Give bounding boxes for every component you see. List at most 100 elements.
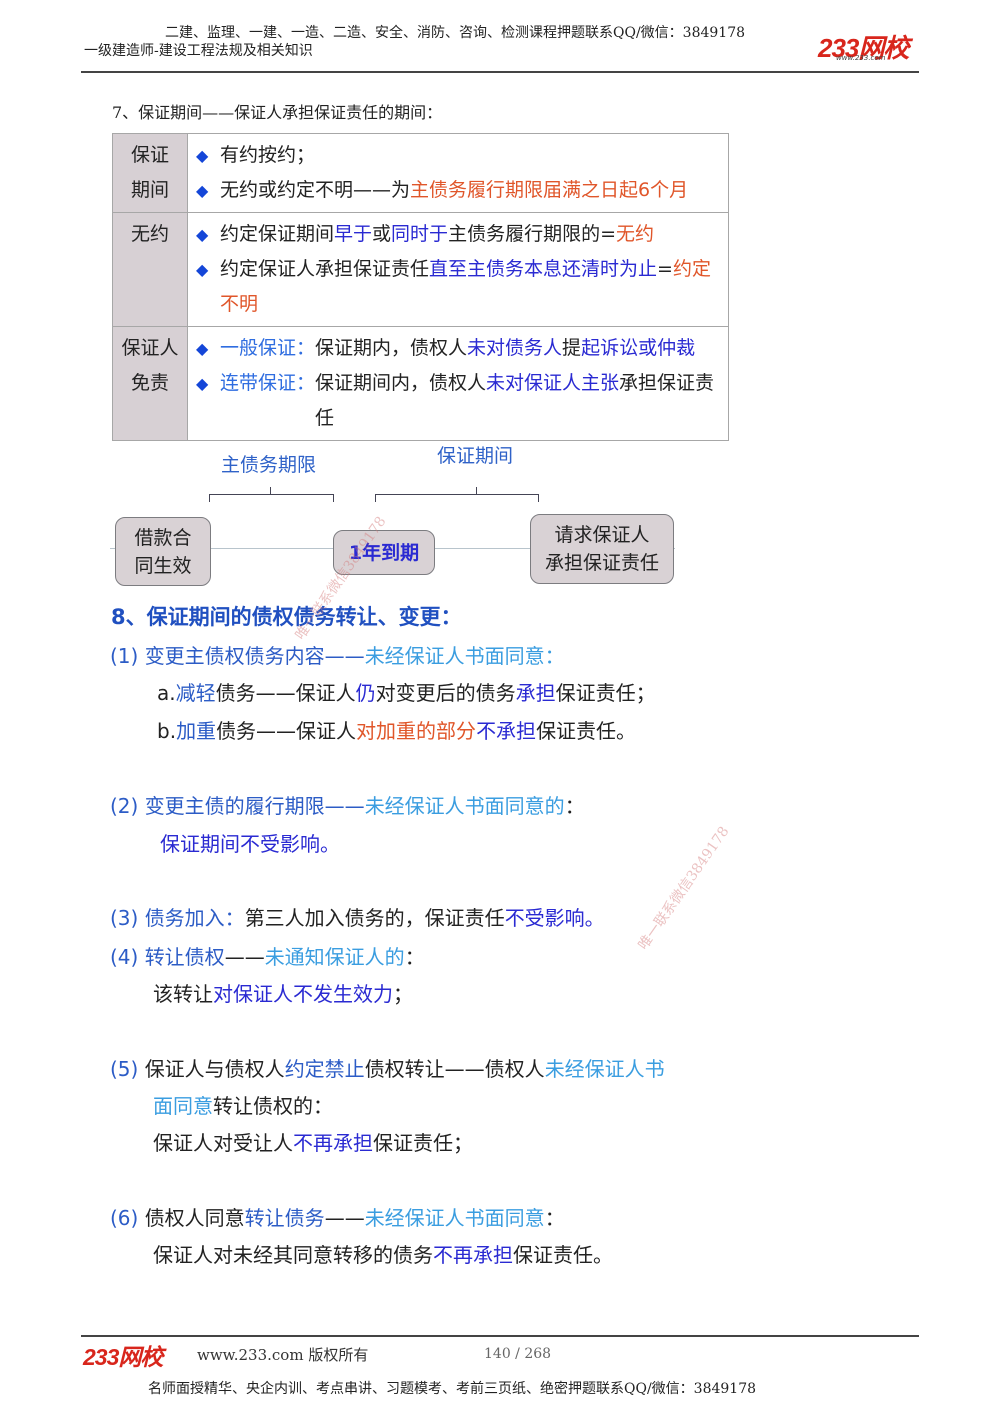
section-8-line: 保证期间不受影响。 [160,831,340,857]
bullet-item: ◆无约或约定不明——为主债务履行期限届满之日起6个月 [196,173,722,208]
text-segment: 承担 [516,681,556,705]
text-segment: 无约 [616,223,654,245]
page-number: 140 / 268 [484,1346,551,1362]
box-text: 借款合 [134,524,191,552]
row-content: ◆约定保证期间早于或同时于主债务履行期限的=无约◆约定保证人承担保证责任直至主债… [188,213,729,327]
text-segment: 保证期间不受影响。 [160,832,340,856]
text-segment: 有约按约； [220,144,315,166]
text-segment: 对加重的部分 [356,719,476,743]
text-segment: b. [157,719,176,743]
section-8-line: b.加重债务——保证人对加重的部分不承担保证责任。 [157,718,636,744]
text-segment: 约定禁止 [285,1057,365,1081]
text-segment: (4) 转让债权 [110,945,225,969]
text-segment: 未对债务人 [467,337,562,359]
diamond-bullet-icon: ◆ [196,252,220,322]
text-segment: 未经保证人书面同意 [365,1206,545,1230]
row-label-line: 期间 [113,173,187,208]
text-segment: ： [405,945,425,969]
text-segment: 直至主债务本息还清时为止 [429,258,657,280]
item-label: 连带保证： [220,366,315,436]
item-text: 无约或约定不明——为主债务履行期限届满之日起6个月 [220,173,722,208]
text-segment: 约定保证人承担保证责任 [220,258,429,280]
text-segment: 转让债务 [245,1206,325,1230]
guarantee-period-table: 保证期间◆有约按约；◆无约或约定不明——为主债务履行期限届满之日起6个月无约◆约… [112,133,729,441]
text-segment: 起诉讼或仲裁 [581,337,695,359]
diamond-bullet-icon: ◆ [196,217,220,252]
text-segment: 仍 [356,681,376,705]
text-segment: 主债务履行期限届满之日起6个月 [410,179,688,201]
text-segment: 保证责任。 [536,719,636,743]
text-segment: 面同意 [153,1094,213,1118]
bullet-item: ◆连带保证：保证期间内，债权人未对保证人主张承担保证责任 [196,366,722,436]
bullet-item: ◆约定保证人承担保证责任直至主债务本息还清时为止=约定不明 [196,252,722,322]
diamond-bullet-icon: ◆ [196,366,220,436]
text-segment: (1) 变更主债权债务内容—— [110,644,365,668]
box-claim-guarantor: 请求保证人承担保证责任 [530,514,674,584]
text-segment: ： [565,794,585,818]
text-segment: 未经保证人书面同意的 [365,794,565,818]
text-segment: 债权转让——债权人 [365,1057,545,1081]
row-label: 无约 [113,213,188,327]
text-segment: 加重 [176,719,216,743]
text-segment: 不再承担 [433,1243,513,1267]
bullet-item: ◆约定保证期间早于或同时于主债务履行期限的=无约 [196,217,722,252]
section-7-heading: 7、保证期间——保证人承担保证责任的期间： [112,99,442,123]
footer-divider [81,1335,919,1337]
row-label-line: 无约 [113,217,187,252]
text-segment: 保证期间内，债权人 [315,372,486,394]
text-segment: 或 [372,223,391,245]
text-segment: —— [225,945,265,969]
text-segment: 保证人与债权人 [145,1057,285,1081]
text-segment: 提 [562,337,581,359]
table-row: 保证人免责◆一般保证：保证期内，债权人未对债务人提起诉讼或仲裁◆连带保证：保证期… [113,327,729,441]
text-segment: (5) [110,1057,145,1081]
row-label-line: 保证 [113,138,187,173]
text-segment: 无约或约定不明——为 [220,179,410,201]
text-segment: 主债务履行期限的= [448,223,616,245]
row-label: 保证人免责 [113,327,188,441]
text-segment: = [657,258,673,280]
text-segment: 早于 [334,223,372,245]
section-8-line: (3) 债务加入：第三人加入债务的，保证责任不受影响。 [110,905,605,931]
text-segment: 约定保证期间 [220,223,334,245]
section-8-line: (6) 债权人同意转让债务——未经保证人书面同意： [110,1205,565,1231]
header-logo-url: www.233.com [836,54,886,62]
section-8-line: 保证人对未经其同意转移的债务不再承担保证责任。 [153,1242,613,1268]
diamond-bullet-icon: ◆ [196,173,220,208]
text-segment: 未对保证人主张 [486,372,619,394]
section-8-line: (4) 转让债权——未通知保证人的： [110,944,425,970]
row-content: ◆有约按约；◆无约或约定不明——为主债务履行期限届满之日起6个月 [188,134,729,213]
section-8-line: 该转让对保证人不发生效力； [153,981,413,1007]
item-label: 一般保证： [220,331,315,366]
text-segment: 保证人对未经其同意转移的债务 [153,1243,433,1267]
item-text: 保证期内，债权人未对债务人提起诉讼或仲裁 [315,331,722,366]
section-8-line: 面同意转让债权的： [153,1093,333,1119]
text-segment: a. [157,681,176,705]
box-contract-effective: 借款合同生效 [115,517,211,586]
box-text: 同生效 [134,552,191,580]
text-segment: 转让债权的： [213,1094,333,1118]
text-segment: ： [545,1206,565,1230]
text-segment: 保证责任； [373,1131,473,1155]
text-segment: 未经保证人书 [545,1057,665,1081]
document-page: 二建、监理、一建、一造、二造、安全、消防、咨询、检测课程押题联系QQ/微信：38… [0,0,1000,1415]
bracket-tick [270,487,271,494]
table-row: 保证期间◆有约按约；◆无约或约定不明——为主债务履行期限届满之日起6个月 [113,134,729,213]
text-segment: 减轻 [176,681,216,705]
text-segment: 未经保证人书面同意： [365,644,565,668]
bracket-main-debt [209,494,334,502]
text-segment: (3) 债务加入： [110,906,245,930]
item-text: 约定保证期间早于或同时于主债务履行期限的=无约 [220,217,722,252]
text-segment: 不承担 [476,719,536,743]
item-text: 有约按约； [220,138,722,173]
bullet-item: ◆有约按约； [196,138,722,173]
text-segment: 同时于 [391,223,448,245]
bracket-label-main-debt: 主债务期限 [221,450,316,477]
item-text: 保证期间内，债权人未对保证人主张承担保证责任 [315,366,722,436]
section-8-line: a.减轻债务——保证人仍对变更后的债务承担保证责任； [157,680,656,706]
text-segment: —— [325,1206,365,1230]
text-segment: 不受影响。 [505,906,605,930]
text-segment: 该转让 [153,982,213,1006]
section-8-line: (5) 保证人与债权人约定禁止债权转让——债权人未经保证人书 [110,1056,665,1082]
bullet-item: ◆一般保证：保证期内，债权人未对债务人提起诉讼或仲裁 [196,331,722,366]
